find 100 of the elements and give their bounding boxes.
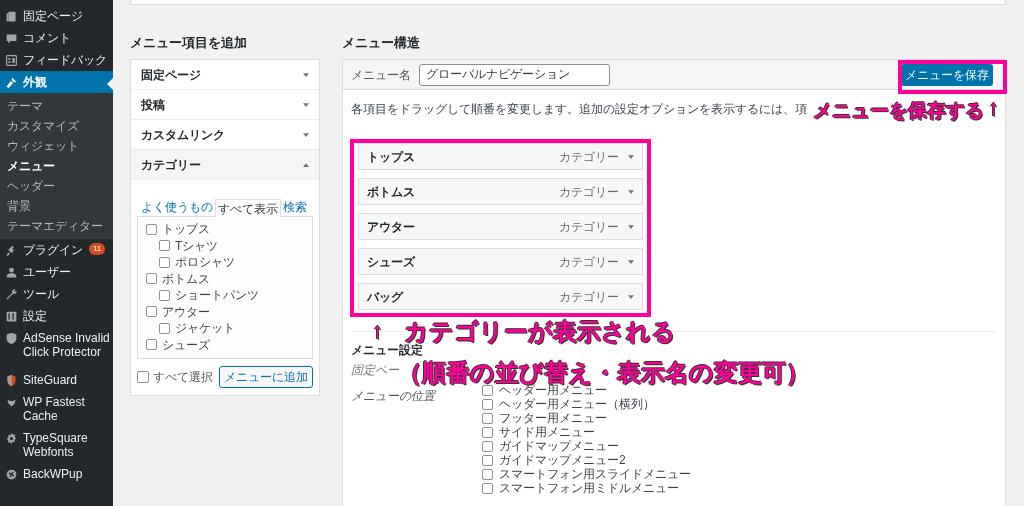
comment-bubble-icon xyxy=(5,32,18,45)
category-label[interactable]: アウター xyxy=(162,302,210,321)
checkbox[interactable] xyxy=(482,426,493,438)
menu-item-bar[interactable]: アウター カテゴリー xyxy=(358,213,643,240)
item-type-label: カテゴリー xyxy=(559,253,619,271)
annotation-text: メニューを保存する xyxy=(813,101,984,120)
checkbox[interactable] xyxy=(146,306,157,318)
checkbox[interactable] xyxy=(159,240,170,252)
checkbox[interactable] xyxy=(482,482,493,494)
add-to-menu-button[interactable]: メニューに追加 xyxy=(219,366,313,388)
expand-arrow-icon[interactable] xyxy=(628,259,634,264)
checkbox[interactable] xyxy=(146,223,157,235)
sidebar-menu-item[interactable]: コメント xyxy=(0,27,113,49)
shield-icon xyxy=(5,374,18,387)
section-heading: メニュー項目を追加 xyxy=(130,34,248,52)
category-label[interactable]: トップス xyxy=(162,220,210,239)
submenu-item[interactable]: カスタマイズ xyxy=(0,116,113,136)
location-label[interactable]: ヘッダー用メニュー（横列） xyxy=(499,397,655,411)
checkbox[interactable] xyxy=(482,398,493,410)
category-tab[interactable]: すべて表示 xyxy=(215,199,281,217)
gear-icon xyxy=(5,432,18,445)
category-label[interactable]: ボトムス xyxy=(162,269,210,288)
checkbox[interactable] xyxy=(482,468,493,480)
checkbox[interactable] xyxy=(482,454,493,466)
checkbox[interactable] xyxy=(146,273,157,285)
menu-item-bar[interactable]: ボトムス カテゴリー xyxy=(358,178,643,205)
checkbox[interactable] xyxy=(482,440,493,452)
form-icon xyxy=(5,54,18,67)
submenu-item[interactable]: テーマエディター xyxy=(0,216,113,236)
help-text: 各項目をドラッグして順番を変更します。追加の設定オプションを表示するには、項 xyxy=(351,102,807,116)
checkbox[interactable] xyxy=(159,256,170,268)
collapse-arrow-icon xyxy=(303,162,309,167)
category-label[interactable]: Tシャツ xyxy=(175,236,219,255)
select-all-label[interactable]: すべて選択 xyxy=(153,368,213,386)
sidebar-menu-item[interactable]: プラグイン 11 xyxy=(0,239,113,261)
checkbox[interactable] xyxy=(482,412,493,424)
submenu-item[interactable]: ヘッダー xyxy=(0,176,113,196)
location-label[interactable]: ガイドマップメニュー2 xyxy=(499,453,626,467)
sidebar-menu-item[interactable]: 外観 xyxy=(0,71,113,93)
menu-item-title: シューズ xyxy=(367,253,415,271)
item-type-label: カテゴリー xyxy=(559,218,619,236)
checkbox[interactable] xyxy=(137,371,149,383)
pages-icon xyxy=(5,10,18,23)
expand-arrow-icon xyxy=(303,72,309,77)
menu-item-title: アウター xyxy=(367,218,415,236)
submenu-item[interactable]: ウィジェット xyxy=(0,136,113,156)
location-label[interactable]: スマートフォン用スライドメニュー xyxy=(499,467,691,481)
sidebar-menu-item[interactable]: TypeSquare Webfonts xyxy=(0,427,113,463)
item-type-label: カテゴリー xyxy=(559,183,619,201)
checkbox[interactable] xyxy=(159,322,170,334)
item-type-label: カテゴリー xyxy=(559,148,619,166)
expand-arrow-icon[interactable] xyxy=(628,189,634,194)
arrow-annotation: ↑ xyxy=(372,320,383,342)
menu-name-label: メニュー名 xyxy=(351,66,411,84)
location-label[interactable]: ガイドマップメニュー xyxy=(499,439,619,453)
category-label[interactable]: シューズ xyxy=(162,335,210,354)
item-type-label: カテゴリー xyxy=(559,288,619,306)
annotation-text: カテゴリーが表示される xyxy=(404,320,676,344)
arrow-annotation: ↑ xyxy=(988,97,999,119)
accordion-section[interactable]: カテゴリー xyxy=(131,150,319,180)
expand-arrow-icon[interactable] xyxy=(628,224,634,229)
menu-item-bar[interactable]: バッグ カテゴリー xyxy=(358,283,643,310)
menu-item-title: バッグ xyxy=(367,288,403,306)
shield-icon xyxy=(5,332,18,345)
sidebar-menu-item[interactable]: WP Fastest Cache xyxy=(0,391,113,427)
sidebar-menu-item[interactable]: ユーザー xyxy=(0,261,113,283)
menu-item-bar[interactable]: トップス カテゴリー xyxy=(358,143,643,170)
submenu-item[interactable]: 背景 xyxy=(0,196,113,216)
sidebar-menu-item[interactable]: SiteGuard xyxy=(0,369,113,391)
sidebar-menu-item[interactable]: AdSense Invalid Click Protector xyxy=(0,327,113,363)
location-label[interactable]: フッター用メニュー xyxy=(499,411,607,425)
person-icon xyxy=(5,266,18,279)
submenu-item[interactable]: テーマ xyxy=(0,96,113,116)
menu-item-bar[interactable]: シューズ カテゴリー xyxy=(358,248,643,275)
expand-arrow-icon xyxy=(303,102,309,107)
expand-arrow-icon xyxy=(303,132,309,137)
expand-arrow-icon[interactable] xyxy=(628,294,634,299)
category-label[interactable]: ジャケット xyxy=(175,319,235,338)
category-tab[interactable]: よく使うもの xyxy=(139,198,215,216)
category-label[interactable]: ショートパンツ xyxy=(175,286,259,305)
location-label[interactable]: スマートフォン用ミドルメニュー xyxy=(499,481,679,495)
sidebar-menu-item[interactable]: 設定 xyxy=(0,305,113,327)
checkbox[interactable] xyxy=(159,289,170,301)
sidebar-menu-item[interactable]: フィードバック xyxy=(0,49,113,71)
expand-arrow-icon[interactable] xyxy=(628,154,634,159)
sidebar-menu-item[interactable]: BackWPup xyxy=(0,463,113,485)
submenu-item[interactable]: メニュー xyxy=(0,156,113,176)
checkbox[interactable] xyxy=(146,339,157,351)
category-tab[interactable]: 検索 xyxy=(281,198,309,216)
sidebar-menu-item[interactable]: 固定ページ xyxy=(0,5,113,27)
category-label[interactable]: ポロシャツ xyxy=(175,253,235,272)
sidebar-menu-item[interactable]: ツール xyxy=(0,283,113,305)
checkbox[interactable] xyxy=(482,384,493,396)
location-label[interactable]: サイド用メニュー xyxy=(499,425,595,439)
menu-name-field[interactable]: グローバルナビゲーション xyxy=(419,63,610,86)
circle-logo-icon xyxy=(5,468,18,481)
menu-item-title: トップス xyxy=(367,148,415,166)
sliders-icon xyxy=(5,310,18,323)
annotation-text: （順番の並び替え・表示名の変更可） xyxy=(398,361,810,385)
settings-note: 固定ペー xyxy=(351,363,399,377)
